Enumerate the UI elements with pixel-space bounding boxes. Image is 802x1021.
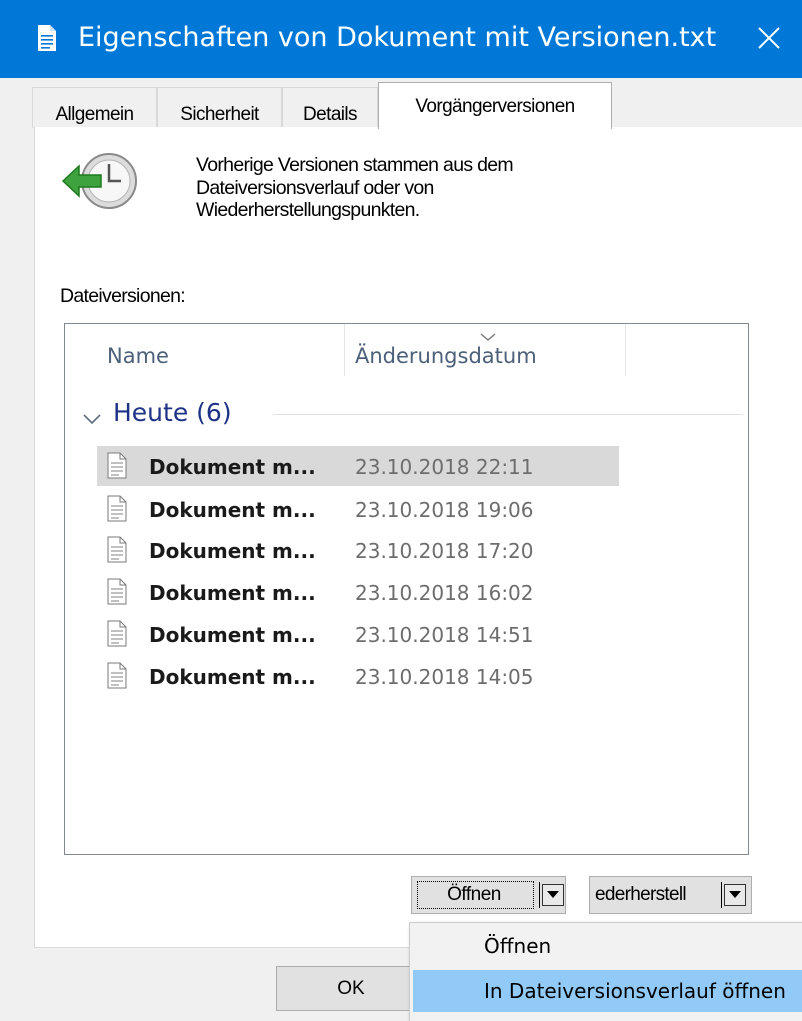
restore-button-label: ederherstell <box>595 884 687 905</box>
open-dropdown-menu: Öffnen In Dateiversionsverlauf öffnen <box>409 922 802 1021</box>
open-dropdown-arrow[interactable] <box>542 884 564 906</box>
file-icon <box>107 662 127 689</box>
chevron-down-icon[interactable] <box>83 410 101 429</box>
version-date: 23.10.2018 14:51 <box>355 623 534 647</box>
version-name: Dokument m... <box>149 455 316 479</box>
tab-label: Details <box>303 104 357 125</box>
window-title: Eigenschaften von Dokument mit Versionen… <box>78 22 717 53</box>
tab-label: Vorgängerversionen <box>415 96 575 117</box>
version-date: 23.10.2018 14:05 <box>355 665 534 689</box>
tab-allgemein[interactable]: Allgemein <box>32 87 157 128</box>
document-icon <box>37 24 57 52</box>
versions-list[interactable]: Name Änderungsdatum Heute (6) Dokument m… <box>64 323 749 855</box>
menu-item-label: Öffnen <box>484 934 552 958</box>
version-date: 23.10.2018 19:06 <box>355 498 534 522</box>
version-row[interactable]: Dokument m... 23.10.2018 17:20 <box>97 530 619 570</box>
version-date: 23.10.2018 17:20 <box>355 539 534 563</box>
split-separator <box>539 882 540 908</box>
file-icon <box>107 620 127 647</box>
menu-item-open[interactable]: Öffnen <box>413 925 802 967</box>
column-separator[interactable] <box>625 324 626 376</box>
menu-item-label: In Dateiversionsverlauf öffnen <box>484 979 786 1003</box>
tab-details[interactable]: Details <box>282 87 378 128</box>
split-separator <box>721 882 722 908</box>
title-bar: Eigenschaften von Dokument mit Versionen… <box>0 0 802 78</box>
close-button[interactable] <box>744 10 794 66</box>
version-name: Dokument m... <box>149 623 316 647</box>
close-icon <box>758 27 780 49</box>
group-header-today[interactable]: Heute (6) <box>113 398 232 427</box>
open-split-button[interactable]: Öffnen <box>411 876 566 914</box>
column-header-date[interactable]: Änderungsdatum <box>355 344 537 368</box>
ok-button-label: OK <box>337 978 365 999</box>
version-row[interactable]: Dokument m... 23.10.2018 22:11 <box>97 446 619 486</box>
version-name: Dokument m... <box>149 665 316 689</box>
version-row[interactable]: Dokument m... 23.10.2018 14:05 <box>97 656 619 696</box>
dropdown-arrow-icon <box>547 891 559 898</box>
restore-dropdown-arrow[interactable] <box>724 884 746 906</box>
version-date: 23.10.2018 22:11 <box>355 455 534 479</box>
tab-label: Allgemein <box>55 104 134 125</box>
tab-vorgaengerversionen[interactable]: Vorgängerversionen <box>378 82 612 129</box>
restore-clock-icon <box>61 148 141 218</box>
open-button-label: Öffnen <box>447 884 501 905</box>
info-text: Vorherige Versionen stammen aus dem Date… <box>196 154 514 221</box>
version-name: Dokument m... <box>149 581 316 605</box>
version-name: Dokument m... <box>149 539 316 563</box>
menu-item-open-in-file-history[interactable]: In Dateiversionsverlauf öffnen <box>413 970 802 1012</box>
version-row[interactable]: Dokument m... 23.10.2018 19:06 <box>97 489 619 529</box>
column-separator[interactable] <box>344 324 345 376</box>
tab-label: Sicherheit <box>180 104 259 125</box>
restore-split-button[interactable]: ederherstell <box>589 876 752 914</box>
version-date: 23.10.2018 16:02 <box>355 581 534 605</box>
dropdown-arrow-icon <box>729 891 741 898</box>
ok-button[interactable]: OK <box>276 966 426 1011</box>
properties-dialog: Eigenschaften von Dokument mit Versionen… <box>0 0 802 1021</box>
file-icon <box>107 536 127 563</box>
file-icon <box>107 495 127 522</box>
versions-label: Dateiversionen: <box>60 285 186 307</box>
column-header-name[interactable]: Name <box>107 344 169 368</box>
version-row[interactable]: Dokument m... 23.10.2018 16:02 <box>97 572 619 612</box>
version-name: Dokument m... <box>149 498 316 522</box>
tab-sicherheit[interactable]: Sicherheit <box>157 87 282 128</box>
file-icon <box>107 452 127 479</box>
file-icon <box>107 578 127 605</box>
version-row[interactable]: Dokument m... 23.10.2018 14:51 <box>97 614 619 654</box>
group-divider <box>273 414 743 415</box>
